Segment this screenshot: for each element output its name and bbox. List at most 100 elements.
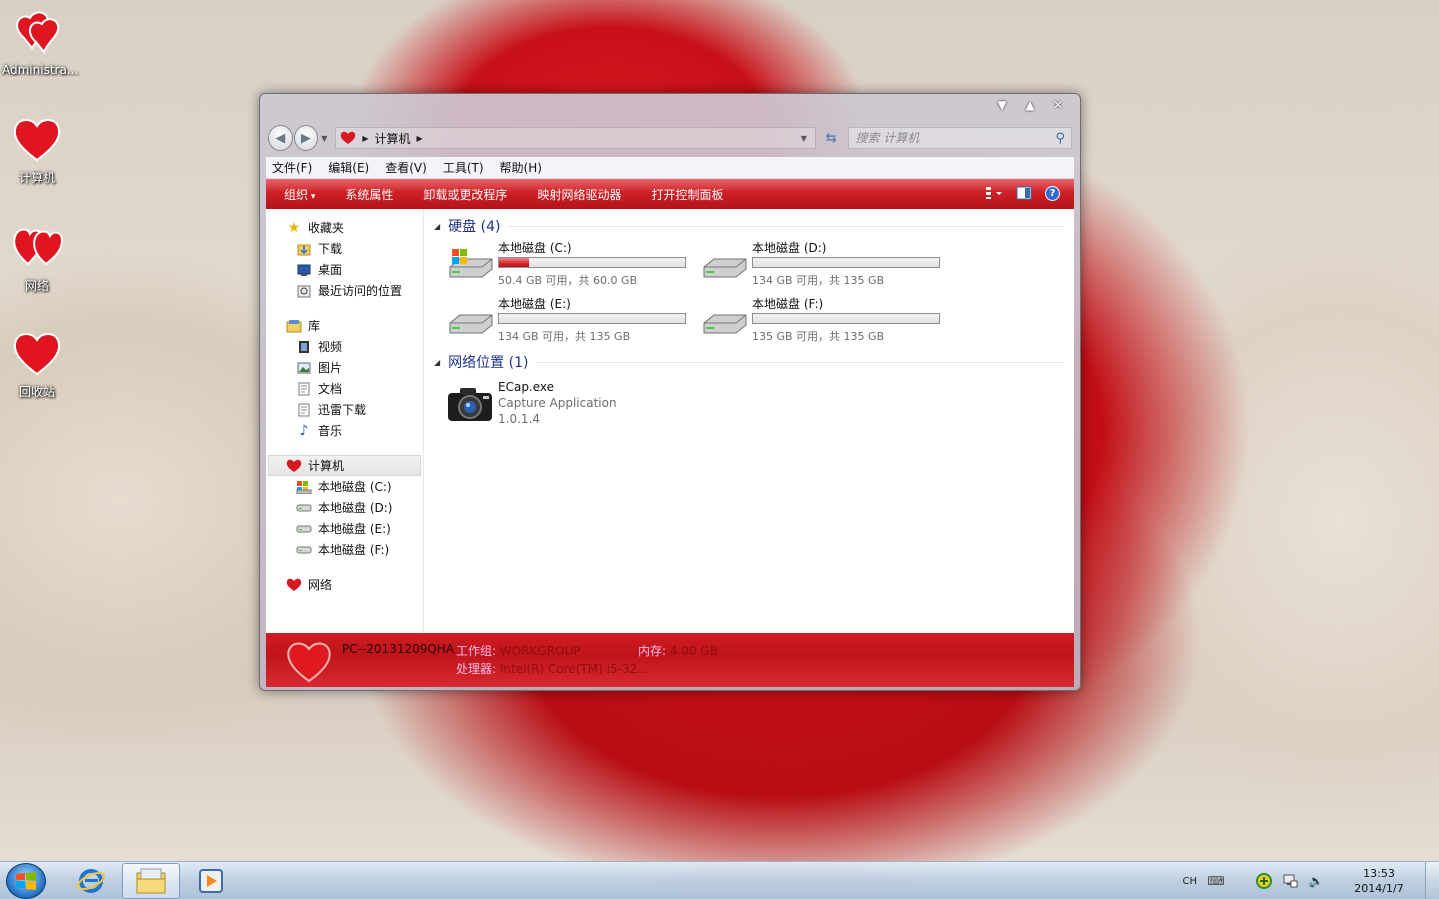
drive-d[interactable]: 本地磁盘 (D:) 134 GB 可用，共 135 GB <box>698 239 952 289</box>
drive-usage-bar <box>498 313 686 324</box>
address-bar[interactable]: ▶ 计算机 ▶ ▼ <box>335 127 816 149</box>
preview-pane-button[interactable] <box>1015 185 1033 201</box>
nav-network[interactable]: 网络 <box>266 574 423 595</box>
recent-pages-dropdown[interactable]: ▼ <box>321 134 327 143</box>
taskbar-media-player[interactable] <box>182 863 240 899</box>
breadcrumb-separator-icon[interactable]: ▶ <box>417 134 423 143</box>
desktop-icon-label: 计算机 <box>18 171 55 185</box>
menu-edit[interactable]: 编辑(E) <box>328 159 369 176</box>
close-button[interactable]: ✕ <box>1044 97 1072 113</box>
search-icon[interactable]: ⚲ <box>1055 131 1065 146</box>
heart-icon <box>287 642 331 683</box>
organize-button[interactable]: 组织 <box>284 186 315 203</box>
search-box[interactable]: ⚲ <box>848 127 1073 149</box>
network-item-ecap[interactable]: ECap.exe Capture Application 1.0.1.4 <box>434 379 1064 429</box>
minimize-button[interactable]: ▼ <box>988 97 1016 113</box>
navigation-bar: ◀ ▶ ▼ ▶ 计算机 ▶ ▼ ⇆ ⚲ <box>268 124 1073 152</box>
nav-drive-d[interactable]: 本地磁盘 (D:) <box>266 497 423 518</box>
keyboard-icon[interactable]: ⌨ <box>1207 873 1225 889</box>
collapse-triangle-icon[interactable]: ◢ <box>434 358 440 367</box>
search-input[interactable] <box>855 131 1056 145</box>
drive-c[interactable]: 本地磁盘 (C:) 50.4 GB 可用，共 60.0 GB <box>444 239 698 289</box>
start-button[interactable] <box>6 863 46 899</box>
document-library-icon <box>296 403 312 417</box>
menu-file[interactable]: 文件(F) <box>272 159 312 176</box>
change-view-button[interactable] <box>985 185 1003 201</box>
refresh-button[interactable]: ⇆ <box>820 127 843 149</box>
maximize-icon: ▲ <box>1025 98 1035 112</box>
heart-icon <box>286 578 302 592</box>
collapse-triangle-icon[interactable]: ◢ <box>434 222 440 231</box>
group-header-drives[interactable]: ◢ 硬盘 (4) <box>434 215 1064 237</box>
refresh-icon: ⇆ <box>825 130 837 146</box>
drive-usage-bar <box>752 313 940 324</box>
taskbar-internet-explorer[interactable] <box>62 863 120 899</box>
nav-videos[interactable]: 视频 <box>266 336 423 357</box>
forward-button[interactable]: ▶ <box>293 125 319 151</box>
maximize-button[interactable]: ▲ <box>1016 97 1044 113</box>
nav-drive-e[interactable]: 本地磁盘 (E:) <box>266 518 423 539</box>
nav-favorites[interactable]: ★ 收藏夹 <box>266 217 423 238</box>
menu-view[interactable]: 查看(V) <box>385 159 427 176</box>
nav-recent-places[interactable]: 最近访问的位置 <box>266 280 423 301</box>
back-button[interactable]: ◀ <box>268 125 293 151</box>
hard-drive-icon <box>698 295 750 345</box>
nav-drive-c[interactable]: 本地磁盘 (C:) <box>266 476 423 497</box>
navigation-pane: ★ 收藏夹 下载 桌面 最近访问的位置 库 视频 图片 文档 迅雷下载 ♪ 音乐… <box>266 209 424 633</box>
drive-f[interactable]: 本地磁盘 (F:) 135 GB 可用，共 135 GB <box>698 295 952 345</box>
drive-e[interactable]: 本地磁盘 (E:) 134 GB 可用，共 135 GB <box>444 295 698 345</box>
windows-logo-icon <box>16 872 36 890</box>
taskbar: CH ⌨ 🔈 13:53 2014/1/7 <box>0 861 1439 899</box>
libraries-icon <box>286 319 302 333</box>
desktop-icon-recycle-bin[interactable]: 回收站 <box>2 328 72 400</box>
nav-documents[interactable]: 文档 <box>266 378 423 399</box>
map-network-drive-button[interactable]: 映射网络驱动器 <box>537 186 621 203</box>
desktop-icon-computer[interactable]: 计算机 <box>2 114 72 186</box>
nav-desktop[interactable]: 桌面 <box>266 259 423 280</box>
clock-time: 13:53 <box>1363 867 1395 880</box>
clock[interactable]: 13:53 2014/1/7 <box>1339 866 1419 896</box>
desktop-icon-administrator[interactable]: Administra... <box>2 8 78 77</box>
system-drive-icon <box>296 480 312 494</box>
group-header-network[interactable]: ◢ 网络位置 (1) <box>434 351 1064 373</box>
security-shield-icon[interactable] <box>1255 873 1273 889</box>
drive-name: 本地磁盘 (D:) <box>752 241 827 255</box>
nav-drive-f[interactable]: 本地磁盘 (F:) <box>266 539 423 560</box>
menu-help[interactable]: 帮助(H) <box>500 159 542 176</box>
explorer-window: ▼ ▲ ✕ ◀ ▶ ▼ ▶ 计算机 ▶ ▼ ⇆ ⚲ 文件(F) 编辑(E) 查看… <box>259 93 1081 691</box>
taskbar-explorer[interactable] <box>122 863 180 899</box>
uninstall-program-button[interactable]: 卸载或更改程序 <box>423 186 507 203</box>
caption-buttons: ▼ ▲ ✕ <box>988 97 1072 113</box>
music-note-icon: ♪ <box>299 422 309 439</box>
hard-drive-icon <box>296 522 312 536</box>
network-status-icon[interactable] <box>1281 873 1299 889</box>
menu-tools[interactable]: 工具(T) <box>443 159 484 176</box>
breadcrumb-separator-icon[interactable]: ▶ <box>362 134 368 143</box>
nav-music[interactable]: ♪ 音乐 <box>266 420 423 441</box>
volume-icon[interactable]: 🔈 <box>1307 873 1325 889</box>
address-dropdown-icon[interactable]: ▼ <box>801 134 807 143</box>
desktop-icon-network[interactable]: 网络 <box>2 222 72 294</box>
nav-downloads[interactable]: 下载 <box>266 238 423 259</box>
drives-grid: 本地磁盘 (C:) 50.4 GB 可用，共 60.0 GB 本地磁盘 (D:)… <box>434 239 1064 345</box>
help-icon[interactable]: ? <box>1045 185 1060 201</box>
document-library-icon <box>296 382 312 396</box>
system-properties-button[interactable]: 系统属性 <box>345 186 393 203</box>
desktop-icon-label: 网络 <box>24 279 49 293</box>
nav-computer[interactable]: 计算机 <box>268 455 421 476</box>
nav-thunder-downloads[interactable]: 迅雷下载 <box>266 399 423 420</box>
workgroup-info: 工作组: WORKGROUP <box>456 644 581 658</box>
breadcrumb-computer[interactable]: 计算机 <box>375 130 411 147</box>
recent-places-icon <box>296 284 312 298</box>
nav-pictures[interactable]: 图片 <box>266 357 423 378</box>
input-language-indicator[interactable]: CH <box>1182 876 1197 887</box>
camera-icon <box>444 379 496 429</box>
hard-drive-icon <box>698 239 750 289</box>
show-desktop-button[interactable] <box>1425 862 1439 899</box>
video-library-icon <box>296 340 312 354</box>
view-controls: ? <box>973 185 1060 201</box>
open-control-panel-button[interactable]: 打开控制面板 <box>651 186 723 203</box>
nav-libraries[interactable]: 库 <box>266 315 423 336</box>
drive-free-space: 134 GB 可用，共 135 GB <box>498 330 631 343</box>
star-icon: ★ <box>287 219 301 236</box>
